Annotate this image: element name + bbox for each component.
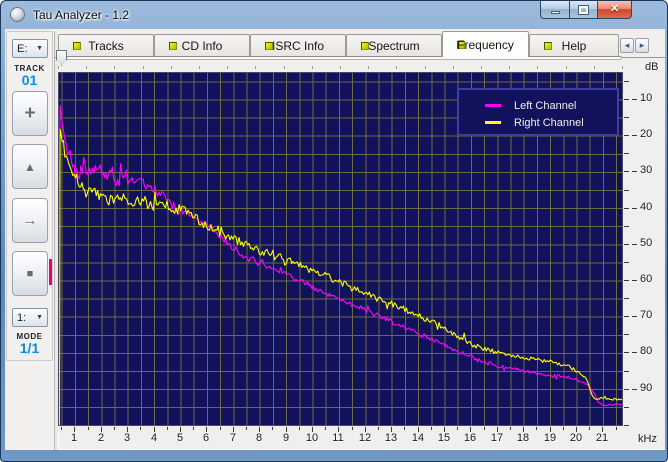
x-tick-label: 15: [437, 432, 451, 444]
maximize-icon: [578, 4, 589, 15]
y-tick-label: 90: [640, 382, 653, 394]
y-tick-label: 30: [640, 164, 653, 176]
tab-spectrum[interactable]: Spectrum: [346, 34, 442, 57]
y-tick-label: 40: [640, 201, 653, 213]
y-axis: 10 20 30 40 50 60 70 80 90: [623, 72, 665, 426]
x-axis-unit: kHz: [638, 433, 657, 445]
mode-value: 1/1: [19, 340, 40, 356]
y-axis-unit: dB: [645, 61, 659, 73]
y-tick-label: 60: [640, 273, 653, 285]
x-tick-label: 11: [332, 432, 344, 444]
tab-isrc-info[interactable]: ISRC Info: [250, 34, 346, 57]
x-tick-label: 2: [97, 432, 105, 444]
stop-button[interactable]: ■: [12, 251, 48, 296]
clip-indicator: [49, 259, 52, 285]
tab-label: CD Info: [181, 39, 223, 53]
eject-icon: ▲: [24, 159, 36, 174]
x-tick-label: 16: [463, 432, 477, 444]
legend-entry: Right Channel: [485, 114, 617, 131]
legend-label: Right Channel: [514, 116, 584, 129]
x-tick-label: 20: [569, 432, 583, 444]
window-title: Tau Analyzer - 1.2: [33, 8, 130, 22]
x-tick-label: 8: [255, 432, 263, 444]
app-window: Tau Analyzer - 1.2 ✕ E: ▼ TRACK 01 + ▲ → ■ …: [0, 0, 668, 462]
tab-label: Help: [561, 39, 587, 53]
legend: Left Channel Right Channel: [457, 88, 619, 136]
mode-selector[interactable]: 1: ▼: [12, 308, 48, 327]
x-tick-label: 3: [123, 432, 131, 444]
legend-entry: Left Channel: [485, 97, 617, 114]
x-tick-label: 17: [490, 432, 504, 444]
legend-swatch: [485, 121, 501, 124]
app-icon: [10, 7, 25, 22]
x-tick-label: 9: [282, 432, 290, 444]
tab-cd-info[interactable]: CD Info: [154, 34, 250, 57]
x-tick-label: 4: [150, 432, 158, 444]
tab-scroll-left-button[interactable]: ◂: [620, 38, 634, 53]
sidebar: E: ▼ TRACK 01 + ▲ → ■ 1: ▼ MODE 1/1: [5, 31, 54, 450]
x-tick-label: 14: [411, 432, 425, 444]
legend-label: Left Channel: [514, 99, 577, 112]
close-button[interactable]: ✕: [597, 1, 632, 19]
minimize-button[interactable]: [540, 1, 570, 19]
x-tick-label: 21: [595, 432, 609, 444]
x-tick-label: 5: [176, 432, 184, 444]
x-tick-label: 19: [543, 432, 557, 444]
window-controls: ✕: [540, 1, 632, 19]
tab-scroll-right-button[interactable]: ▸: [635, 38, 649, 53]
tab-label: Tracks: [88, 39, 124, 53]
y-tick-label: 80: [640, 345, 653, 357]
x-tick-label: 6: [202, 432, 210, 444]
frequency-plot: Left Channel Right Channel: [58, 72, 625, 427]
title-bar[interactable]: Tau Analyzer - 1.2 ✕: [1, 1, 667, 29]
y-tick-label: 20: [640, 128, 653, 140]
x-tick-label: 13: [384, 432, 398, 444]
minimize-icon: [550, 11, 560, 14]
stop-icon: ■: [26, 267, 34, 280]
x-tick-label: 18: [516, 432, 530, 444]
eject-button[interactable]: ▲: [12, 144, 48, 189]
x-tick-label: 10: [305, 432, 319, 444]
tab-frequency[interactable]: Frequency: [442, 31, 529, 57]
legend-swatch: [485, 104, 501, 107]
drive-selector-value: E:: [17, 42, 28, 55]
y-tick-label: 10: [640, 92, 653, 104]
track-number: 01: [21, 72, 38, 88]
close-icon: ✕: [609, 3, 620, 15]
x-tick-label: 12: [358, 432, 372, 444]
tab-label: ISRC Info: [271, 39, 325, 53]
maximize-button[interactable]: [569, 1, 598, 19]
x-axis: 1 2 3 4 5 6 7 8 9 10 11 12 13 14 15 16 17 18 19 20 21: [58, 427, 623, 449]
x-tick-label: 1: [70, 432, 78, 444]
x-tick-label: 7: [229, 432, 237, 444]
y-tick-label: 50: [640, 237, 653, 249]
mode-selector-value: 1:: [17, 311, 27, 324]
tab-label: Spectrum: [368, 39, 420, 53]
slider-tick-marks: [58, 66, 623, 70]
next-track-icon: →: [22, 212, 38, 229]
drive-selector[interactable]: E: ▼: [12, 39, 48, 58]
tab-label: Frequency: [457, 37, 514, 52]
zoom-slider-track[interactable]: [58, 56, 622, 60]
chevron-down-icon: ▼: [36, 314, 43, 321]
tab-help[interactable]: Help: [529, 34, 619, 57]
add-track-button[interactable]: +: [12, 91, 48, 136]
add-track-icon: +: [24, 102, 36, 124]
y-tick-label: 70: [640, 309, 653, 321]
client-area: E: ▼ TRACK 01 + ▲ → ■ 1: ▼ MODE 1/1 Tracks C…: [5, 29, 665, 450]
tab-tracks[interactable]: Tracks: [58, 34, 154, 57]
next-track-button[interactable]: →: [12, 198, 48, 243]
chevron-down-icon: ▼: [36, 45, 43, 52]
